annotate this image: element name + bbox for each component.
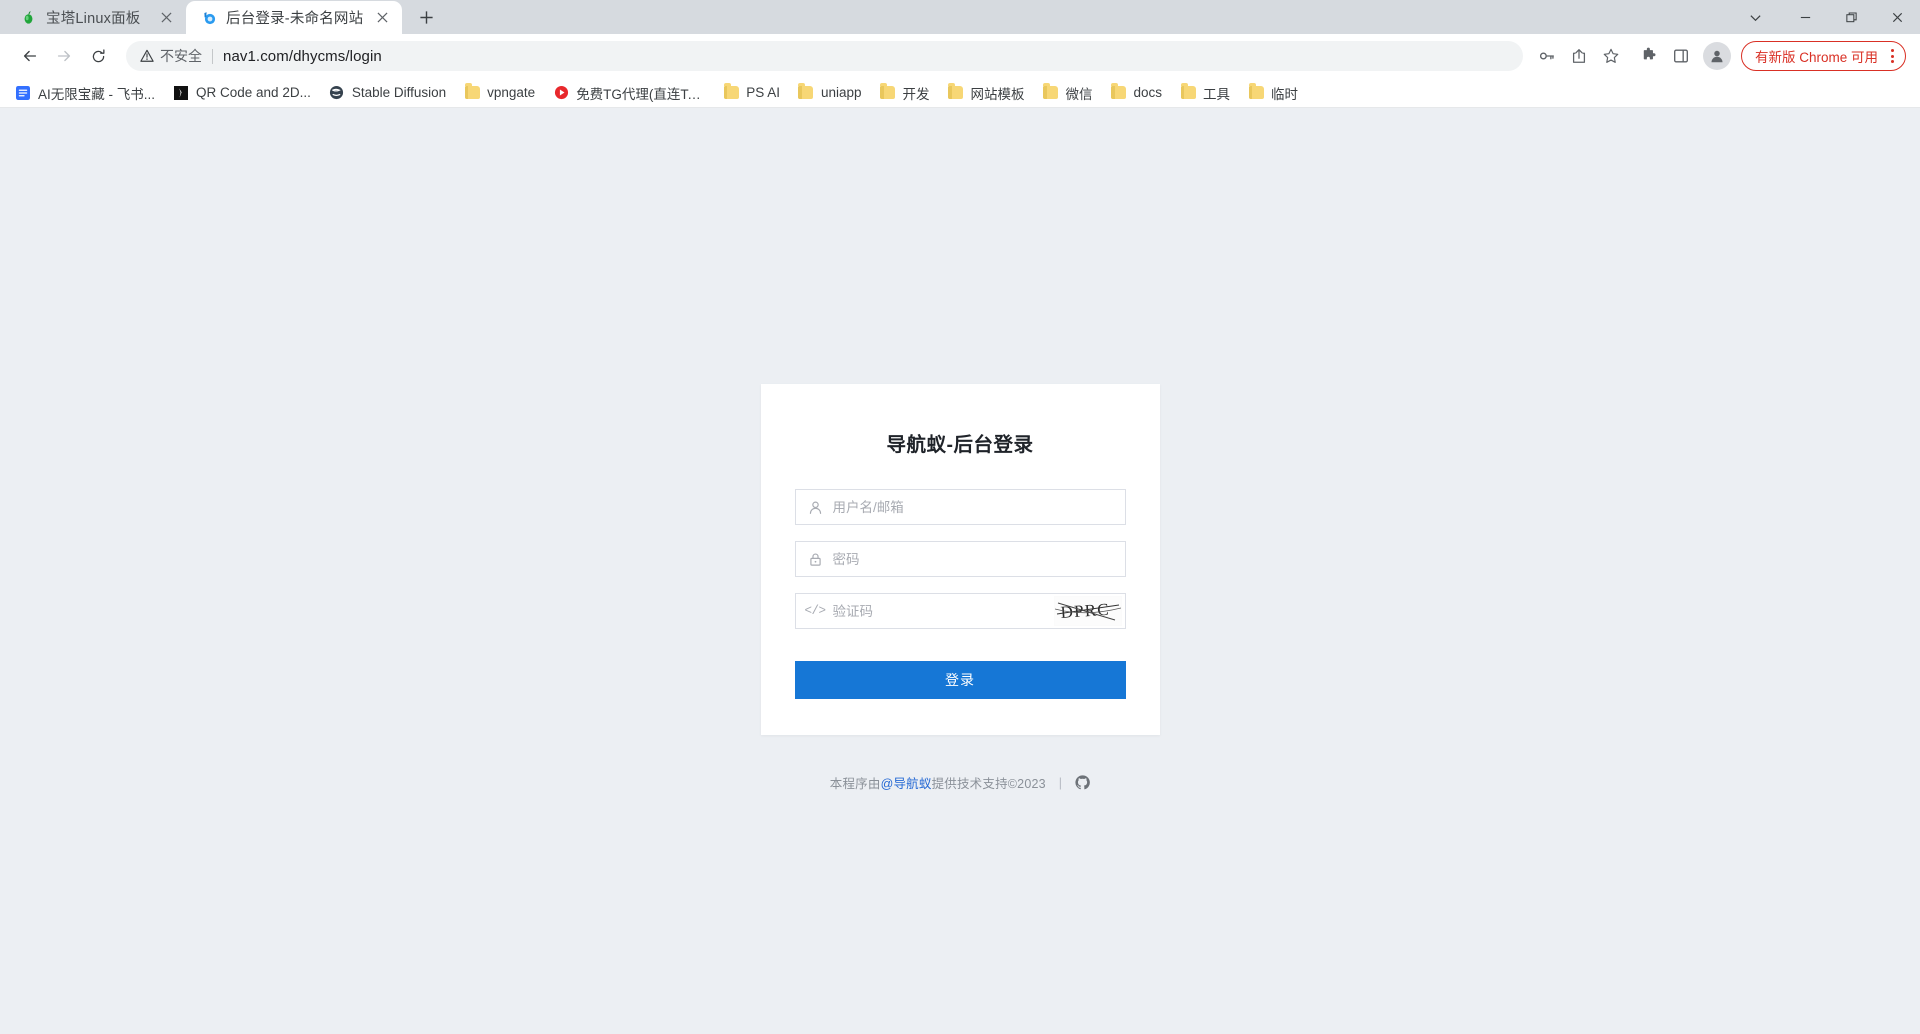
bookmark-item-11[interactable]: 工具 [1171,81,1239,105]
bookmark-item-8-label: 网站模板 [970,86,1025,102]
bookmark-item-9-label: 微信 [1065,86,1093,102]
bookmark-item-4[interactable]: 免费TG代理(直连Te... [544,81,714,105]
bookmark-item-10-label: docs [1133,85,1163,100]
page-title: 导航蚁-后台登录 [886,434,1034,456]
reload-icon[interactable] [82,40,114,72]
three-dot-menu-icon[interactable] [1886,49,1899,63]
folder-icon [464,83,480,101]
security-warning[interactable]: 不安全 [140,46,202,66]
footer-separator: | [1058,775,1063,790]
login-card: 导航蚁-后台登录 用户名/邮箱 </> 验证码 DPRC 登录 [760,384,1160,735]
bookmarks-bar: AI无限宝藏 - 飞书... QR Code and 2D... Stable … [0,78,1920,108]
folder-icon [723,83,739,101]
footer-credit: 本程序由 @导航蚁 提供技术支持©2023 | [829,773,1091,792]
lock-icon [807,551,824,568]
bookmark-item-5-label: PS AI [746,85,780,100]
captcha-field[interactable]: </> DPRC [794,593,1126,629]
url-text: nav1.com/dhycms/login [223,47,382,65]
username-input[interactable] [832,490,1125,524]
folder-icon [880,83,896,101]
browser-window: 宝塔Linux面板 后台登录-未命名网站 不安全 nav1.com/dhycms… [0,0,1920,1034]
bookmark-item-1[interactable]: QR Code and 2D... [164,81,320,105]
security-label: 不安全 [160,48,202,64]
bookmark-item-3[interactable]: vpngate [455,81,544,105]
close-icon[interactable] [1874,0,1920,34]
user-icon [807,499,824,516]
folder-icon [798,83,814,101]
forward-arrow-icon[interactable] [48,40,80,72]
folder-icon [1180,83,1196,101]
share-icon[interactable] [1563,40,1595,72]
profile-avatar-icon[interactable] [1702,42,1731,70]
play-red-icon [553,85,569,101]
back-arrow-icon[interactable] [14,40,46,72]
bt-panel-icon [20,9,37,26]
bookmark-star-icon[interactable] [1595,40,1627,72]
warning-triangle-icon [140,49,154,62]
bookmark-item-2[interactable]: Stable Diffusion [320,81,455,105]
minimize-icon[interactable] [1782,0,1828,34]
bookmark-item-12-label: 临时 [1271,86,1299,102]
folder-icon [948,83,964,101]
folder-icon [1043,83,1059,101]
page-viewport: 导航蚁-后台登录 用户名/邮箱 </> 验证码 DPRC 登录 本程序由 @导航… [0,108,1920,1034]
bookmark-item-12[interactable]: 临时 [1239,81,1307,105]
bookmark-item-11-label: 工具 [1203,86,1231,102]
bookmark-item-1-label: QR Code and 2D... [196,85,311,100]
bookmark-item-3-label: vpngate [487,85,536,100]
password-input[interactable] [832,542,1125,576]
login-page: 导航蚁-后台登录 用户名/邮箱 </> 验证码 DPRC 登录 本程序由 @导航… [0,108,1920,1034]
bookmark-item-7[interactable]: 开发 [871,81,939,105]
tab-1-title: 后台登录-未命名网站 [226,11,364,27]
code-tags-icon: </> [804,604,827,618]
maximize-icon[interactable] [1828,0,1874,34]
site-blue-circle-icon [200,9,217,26]
folder-icon [1248,83,1264,101]
chrome-update-button[interactable]: 有新版 Chrome 可用 [1740,41,1906,71]
bookmark-item-7-label: 开发 [902,86,930,102]
new-tab-button[interactable] [409,0,443,34]
bookmark-item-5[interactable]: PS AI [714,81,789,105]
extensions-puzzle-icon[interactable] [1633,40,1665,72]
footer-link[interactable]: @导航蚁 [881,773,932,792]
bookmark-item-9[interactable]: 微信 [1034,81,1102,105]
folder-icon [1111,83,1127,101]
footer-prefix: 本程序由 [829,777,881,791]
doc-blue-icon [15,85,31,101]
captcha-image[interactable]: DPRC [1053,596,1122,626]
footer-suffix: 提供技术支持©2023 [931,777,1046,791]
password-field[interactable] [794,541,1126,577]
tab-1[interactable]: 后台登录-未命名网站 [186,1,403,34]
update-label: 有新版 Chrome 可用 [1754,50,1878,65]
login-submit-button[interactable]: 登录 [794,661,1126,699]
tab-1-close-icon[interactable] [372,8,392,28]
captcha-input[interactable] [832,594,1054,628]
side-panel-icon[interactable] [1665,40,1697,72]
bookmark-item-6-label: uniapp [820,85,862,100]
tab-0-close-icon[interactable] [156,8,176,28]
password-key-icon[interactable] [1531,40,1563,72]
github-icon[interactable] [1075,775,1091,790]
username-field[interactable] [794,489,1126,525]
bookmark-item-8[interactable]: 网站模板 [939,81,1034,105]
chevron-down-icon[interactable] [1728,0,1782,34]
globe-dark-icon [329,85,345,101]
tab-0-title: 宝塔Linux面板 [46,11,141,27]
tab-0[interactable]: 宝塔Linux面板 [6,1,186,34]
bookmark-item-10[interactable]: docs [1102,81,1172,105]
browser-toolbar: 不安全 nav1.com/dhycms/login 有新版 Chrome 可用 [0,34,1920,78]
window-controls [1728,0,1920,34]
address-bar[interactable]: 不安全 nav1.com/dhycms/login [126,41,1523,71]
bookmark-item-4-label: 免费TG代理(直连Te... [576,86,706,102]
bookmark-item-2-label: Stable Diffusion [351,85,447,100]
qr-black-icon [173,85,189,101]
tab-strip: 宝塔Linux面板 后台登录-未命名网站 [0,0,1920,34]
omnibox-divider [212,48,213,64]
toolbar-actions: 有新版 Chrome 可用 [1531,40,1912,72]
bookmark-item-0[interactable]: AI无限宝藏 - 飞书... [6,81,164,105]
bookmark-item-0-label: AI无限宝藏 - 飞书... [38,86,156,102]
bookmark-item-6[interactable]: uniapp [789,81,871,105]
